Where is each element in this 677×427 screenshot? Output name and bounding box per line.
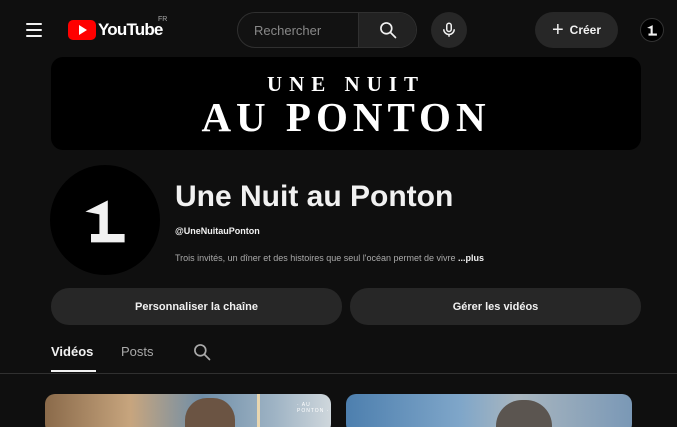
tab-posts[interactable]: Posts	[121, 344, 154, 359]
create-label: Créer	[569, 23, 602, 37]
logo-text: YouTube	[98, 20, 163, 39]
video-thumbnail[interactable]: · AU PONTON ·	[45, 394, 331, 427]
search-icon	[379, 22, 396, 39]
thumbnail-person	[496, 400, 552, 427]
thumbnail-mast	[257, 394, 260, 427]
channel-logo-icon	[85, 200, 125, 243]
youtube-logo[interactable]: YouTube FR	[68, 16, 167, 41]
search-box	[237, 12, 417, 48]
video-thumbnail[interactable]	[346, 394, 632, 427]
channel-description[interactable]: Trois invités, un dîner et des histoires…	[175, 253, 484, 263]
youtube-play-icon	[68, 20, 96, 40]
manage-videos-button[interactable]: Gérer les vidéos	[350, 288, 641, 325]
account-avatar[interactable]	[640, 18, 664, 42]
channel-tabs: Vidéos Posts	[0, 332, 677, 374]
plus-icon: +	[551, 19, 564, 41]
country-code: FR	[158, 16, 168, 23]
channel-handle: @UneNuitauPonton	[175, 226, 260, 236]
channel-banner: UNE NUIT AU PONTON	[51, 57, 641, 150]
channel-description-text: Trois invités, un dîner et des histoires…	[175, 253, 456, 263]
top-bar: YouTube FR + Créer	[0, 0, 677, 58]
search-icon	[194, 344, 211, 361]
customize-channel-button[interactable]: Personnaliser la chaîne	[51, 288, 342, 325]
channel-logo-icon	[647, 25, 657, 36]
search-button[interactable]	[358, 13, 416, 47]
menu-icon[interactable]	[22, 18, 48, 42]
more-link[interactable]: ...plus	[458, 253, 484, 263]
thumbnail-person	[185, 398, 235, 427]
banner-title-bottom: AU PONTON	[201, 94, 491, 140]
channel-search-button[interactable]	[192, 342, 212, 367]
channel-name: Une Nuit au Ponton	[175, 180, 454, 213]
thumbnail-watermark: · AU PONTON ·	[297, 402, 330, 414]
microphone-icon	[443, 22, 455, 37]
channel-avatar[interactable]	[50, 165, 160, 275]
tab-videos[interactable]: Vidéos	[51, 344, 93, 359]
search-input[interactable]	[238, 13, 358, 47]
create-button[interactable]: + Créer	[535, 12, 618, 48]
active-tab-indicator	[51, 370, 96, 372]
voice-search-button[interactable]	[431, 12, 467, 48]
